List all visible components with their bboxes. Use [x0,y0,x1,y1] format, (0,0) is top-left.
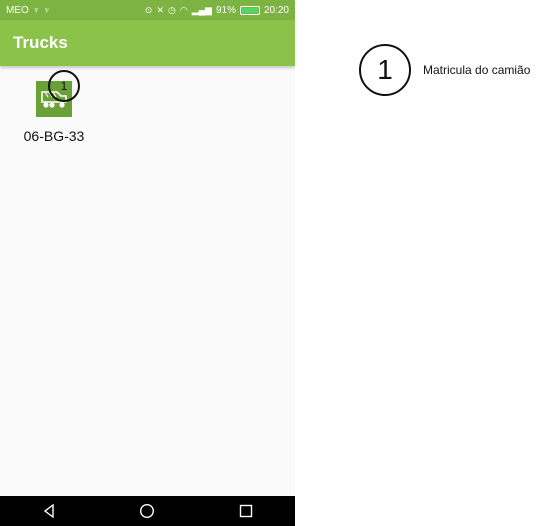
legend-marker-number: 1 [377,54,393,85]
recents-button[interactable] [226,496,266,526]
signal-icon: ▂▄▆ [191,4,212,15]
back-icon [43,504,54,518]
back-button[interactable] [29,496,69,526]
battery-icon [239,5,260,15]
alarm-icon: ◷ [168,4,176,15]
battery-percent: 91% [215,4,236,16]
navigation-bar [0,496,295,526]
location-icon: ⊙ [144,4,153,15]
recents-icon [239,504,253,518]
mute-icon: ✕ [156,4,164,15]
status-time: 20:20 [263,4,289,16]
home-icon [140,503,155,519]
annotation-marker-number: 1 [60,79,68,93]
carrier-label: MEO [6,4,29,16]
phone-screen: MEO ♆ ♆ ⊙ ✕ ◷ ◠ ▂▄▆ 91% 20:20 Trucks 06-… [0,0,295,526]
truck-plate: 06-BG-33 [23,128,85,144]
app-bar: Trucks [0,20,295,66]
status-bar: MEO ♆ ♆ ⊙ ✕ ◷ ◠ ▂▄▆ 91% 20:20 [0,0,295,20]
usb-icon: ♆ [43,4,51,15]
annotation-marker: 1 [48,70,80,102]
annotation-legend: 1 Matricula do camião [359,44,530,96]
app-title: Trucks [13,33,68,52]
legend-marker: 1 [359,44,411,96]
legend-text: Matricula do camião [423,63,531,77]
home-button[interactable] [127,496,167,526]
wifi-icon: ◠ [179,4,188,15]
usb-icon: ♆ [32,4,40,15]
